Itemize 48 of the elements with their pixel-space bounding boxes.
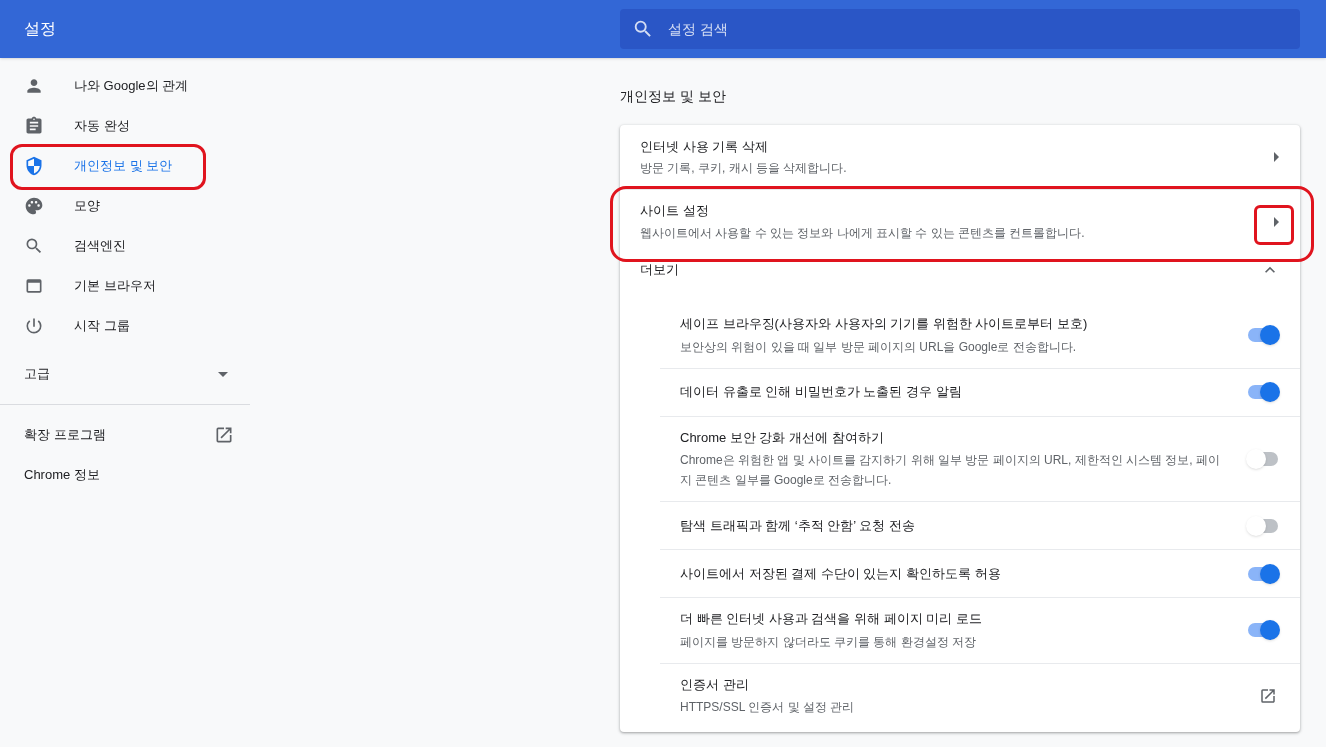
setting-title: 탐색 트래픽과 함께 ‘추적 안함’ 요청 전송: [680, 516, 916, 535]
toggle-switch[interactable]: [1246, 563, 1280, 584]
setting-title: Chrome 보안 강화 개선에 참여하기: [680, 428, 885, 447]
row-title: 인터넷 사용 기록 삭제: [640, 137, 769, 156]
external-link-icon: [1259, 686, 1277, 705]
external-link-icon: [214, 425, 234, 445]
setting-title: 사이트에서 저장된 결제 수단이 있는지 확인하도록 허용: [680, 564, 1002, 583]
search-icon: [24, 236, 44, 256]
shield-icon: [24, 156, 44, 176]
row-title: 사이트 설정: [640, 202, 710, 221]
setting-title: 더 빠른 인터넷 사용과 검색을 위해 페이지 미리 로드: [680, 610, 983, 628]
search-icon: [632, 18, 654, 40]
caret-icon: [218, 371, 228, 377]
setting-title: 데이터 유출로 인해 비밀번호가 노출된 경우 알림: [680, 383, 963, 402]
sidebar-item[interactable]: 모양: [0, 186, 250, 226]
toggle-switch[interactable]: [1246, 325, 1280, 346]
setting-description: HTTPS/SSL 인증서 및 설정 관리: [680, 699, 856, 716]
sidebar-item[interactable]: 검색엔진: [0, 226, 250, 266]
sidebar-item[interactable]: 나와 Google의 관계: [0, 66, 250, 106]
setting-title: 세이프 브라우징(사용자와 사용자의 기기를 위험한 사이트로부터 보호): [680, 315, 1089, 333]
toggle-switch[interactable]: [1246, 448, 1280, 469]
search-field[interactable]: 설정 검색: [668, 18, 1288, 40]
advanced-menu[interactable]: 고급: [0, 354, 250, 394]
setting-description: Chrome은 위험한 앱 및 사이트를 감지하기 위해 일부 방문 페이지의 URL, 제한적인 시스템 정보, 페이지 콘텐츠 일부를 Google로 전송합니다.: [680, 452, 1222, 489]
row-description: 웹사이트에서 사용할 수 있는 정보와 나에게 표시할 수 있는 콘텐츠를 컨트롤합니다.: [640, 224, 1086, 242]
more-section-toggle[interactable]: 더보기: [620, 253, 1300, 287]
sidebar-item[interactable]: 시작 그룹: [0, 306, 250, 346]
arrow-right-icon: [1273, 216, 1279, 227]
clipboard-icon: [24, 116, 44, 136]
sidebar-item[interactable]: 자동 완성: [0, 106, 250, 146]
toggle-switch[interactable]: [1246, 620, 1280, 641]
sidebar-item[interactable]: 기본 브라우저: [0, 266, 250, 306]
palette-icon: [24, 196, 44, 216]
search-bar[interactable]: 설정 검색: [620, 9, 1300, 49]
extensions-link[interactable]: 확장 프로그램: [0, 415, 250, 455]
section-title: 개인정보 및 보안: [620, 87, 727, 106]
page-title: 설정: [24, 19, 57, 39]
row-description: 방문 기록, 쿠키, 캐시 등을 삭제합니다.: [640, 160, 848, 178]
browser-window-icon: [24, 276, 44, 296]
toggle-switch[interactable]: [1246, 515, 1280, 536]
setting-description: 페이지를 방문하지 않더라도 쿠키를 통해 환경설정 저장: [680, 633, 977, 651]
toggle-switch[interactable]: [1246, 382, 1280, 402]
sidebar-item[interactable]: 개인정보 및 보안: [0, 146, 250, 186]
setting-title: 인증서 관리: [680, 675, 750, 694]
power-icon: [24, 316, 44, 336]
arrow-right-icon: [1273, 152, 1279, 162]
about-link[interactable]: Chrome 정보: [0, 455, 250, 495]
setting-description: 보안상의 위험이 있을 때 일부 방문 페이지의 URL을 Google로 전송합니다.: [680, 338, 1078, 356]
